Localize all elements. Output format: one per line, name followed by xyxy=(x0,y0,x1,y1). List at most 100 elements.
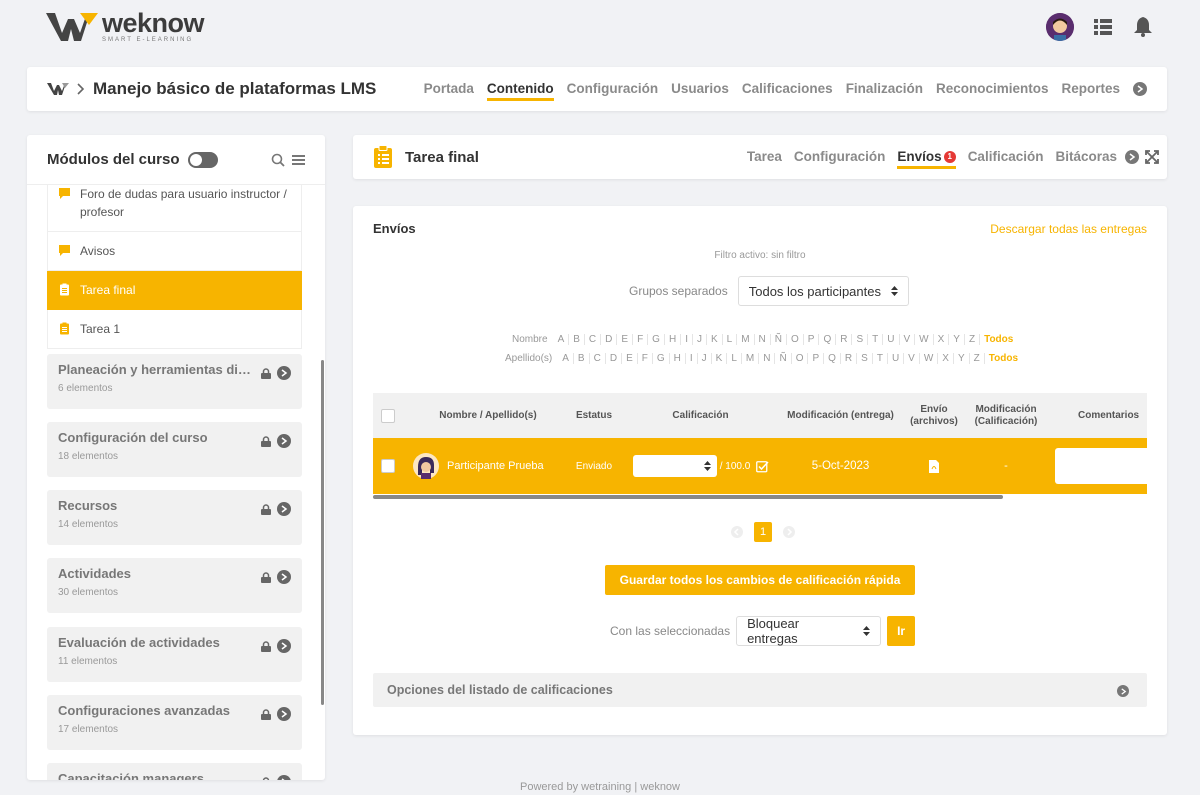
sidebar-item-tarea-final[interactable]: Tarea final xyxy=(47,271,302,310)
sidebar-item-tarea-1[interactable]: Tarea 1 xyxy=(47,310,302,349)
expand-module-icon[interactable] xyxy=(277,707,291,721)
module-evaluacion[interactable]: Evaluación de actividades 11 elementos xyxy=(47,627,302,682)
prev-page-icon[interactable] xyxy=(728,522,746,542)
first-name-letter-n[interactable]: N xyxy=(753,334,770,345)
first-name-letter-p[interactable]: P xyxy=(802,334,819,345)
first-name-letter-w[interactable]: W xyxy=(914,334,932,345)
home-logo-icon[interactable] xyxy=(47,82,69,96)
last-name-letter-c[interactable]: C xyxy=(588,353,605,364)
last-name-letter-v[interactable]: V xyxy=(903,353,919,364)
col-grade-header[interactable]: Calificación xyxy=(643,393,758,438)
tab-tarea[interactable]: Tarea xyxy=(747,135,782,179)
first-name-letter-y[interactable]: Y xyxy=(948,334,964,345)
last-name-letter-m[interactable]: M xyxy=(740,353,758,364)
nav-next-icon[interactable] xyxy=(1125,150,1139,164)
last-name-letter-x[interactable]: X xyxy=(937,353,953,364)
apps-list-icon[interactable] xyxy=(1092,16,1114,38)
first-name-letter-j[interactable]: J xyxy=(691,334,706,345)
first-name-letter-x[interactable]: X xyxy=(932,334,949,345)
expand-module-icon[interactable] xyxy=(277,570,291,584)
first-name-letter-g[interactable]: G xyxy=(647,334,664,345)
last-name-letter-l[interactable]: L xyxy=(726,353,741,364)
last-name-letter-y[interactable]: Y xyxy=(952,353,969,364)
col-comments-header[interactable]: Comentarios xyxy=(1078,393,1158,438)
tab-reconocimientos[interactable]: Reconocimientos xyxy=(936,67,1049,111)
go-button[interactable]: Ir xyxy=(887,616,916,646)
module-configuraciones-avanzadas[interactable]: Configuraciones avanzadas 17 elementos xyxy=(47,695,302,750)
modules-toggle[interactable] xyxy=(187,151,218,168)
tab-usuarios[interactable]: Usuarios xyxy=(671,67,729,111)
expand-module-icon[interactable] xyxy=(277,366,291,380)
module-recursos[interactable]: Recursos 14 elementos xyxy=(47,490,302,545)
tab-calificaciones[interactable]: Calificaciones xyxy=(742,67,833,111)
last-name-letter-h[interactable]: H xyxy=(668,353,685,364)
download-all-link[interactable]: Descargar todas las entregas xyxy=(990,222,1147,236)
expand-options-icon[interactable] xyxy=(1117,685,1129,697)
last-name-letter-g[interactable]: G xyxy=(651,353,669,364)
last-name-letter-i[interactable]: I xyxy=(684,353,697,364)
last-name-letter-k[interactable]: K xyxy=(710,353,727,364)
weknow-logo[interactable]: weknow SMART E-LEARNING xyxy=(46,10,205,43)
fullscreen-icon[interactable] xyxy=(1145,150,1159,164)
first-name-letter-r[interactable]: R xyxy=(835,334,851,345)
next-page-icon[interactable] xyxy=(780,522,798,542)
bulk-action-select[interactable]: Bloquear entregas xyxy=(736,616,882,646)
first-name-letter-k[interactable]: K xyxy=(705,334,722,345)
last-name-letter-n[interactable]: N xyxy=(758,353,774,364)
last-name-letter-a[interactable]: A xyxy=(558,353,573,364)
last-name-letter-e[interactable]: E xyxy=(621,353,637,364)
col-status-header[interactable]: Estatus xyxy=(563,393,625,438)
search-icon[interactable] xyxy=(271,153,285,167)
tab-finalizacion[interactable]: Finalización xyxy=(846,67,923,111)
last-name-letter-q[interactable]: Q xyxy=(823,353,840,364)
sidebar-item-avisos[interactable]: Avisos xyxy=(47,232,302,271)
expand-module-icon[interactable] xyxy=(277,775,291,780)
first-name-letter-z[interactable]: Z xyxy=(963,334,979,345)
first-name-letter-h[interactable]: H xyxy=(663,334,680,345)
page-button-current[interactable]: 1 xyxy=(754,522,772,542)
first-name-letter-o[interactable]: O xyxy=(786,334,803,345)
groups-select[interactable]: Todos los participantes xyxy=(737,276,909,306)
first-name-letter-b[interactable]: B xyxy=(568,334,584,345)
tab-reportes[interactable]: Reportes xyxy=(1061,67,1120,111)
expand-module-icon[interactable] xyxy=(277,639,291,653)
first-name-letter-t[interactable]: T xyxy=(867,334,882,345)
module-configuracion-curso[interactable]: Configuración del curso 18 elementos xyxy=(47,422,302,477)
last-name-letter-r[interactable]: R xyxy=(839,353,856,364)
last-name-letter-f[interactable]: F xyxy=(636,353,652,364)
first-name-letter-a[interactable]: A xyxy=(554,334,569,345)
tab-envios[interactable]: Envíos 1 xyxy=(897,135,956,179)
first-name-letter-all[interactable]: Todos xyxy=(979,334,1017,345)
sidebar-item-foro[interactable]: Foro de dudas para usuario instructor / … xyxy=(47,185,302,232)
tab-contenido[interactable]: Contenido xyxy=(486,67,554,111)
first-name-letter-q[interactable]: Q xyxy=(818,334,835,345)
first-name-letter-e[interactable]: E xyxy=(616,334,632,345)
last-name-letter-p[interactable]: P xyxy=(807,353,823,364)
tab-configuracion[interactable]: Configuración xyxy=(794,135,886,179)
edit-checkbox-icon[interactable] xyxy=(756,460,769,473)
first-name-letter-ñ[interactable]: Ñ xyxy=(769,334,786,345)
participant-name-link[interactable]: Participante Prueba xyxy=(447,460,544,472)
tab-portada[interactable]: Portada xyxy=(424,67,474,111)
first-name-letter-u[interactable]: U xyxy=(882,334,898,345)
nav-next-icon[interactable] xyxy=(1133,82,1147,96)
first-name-letter-c[interactable]: C xyxy=(583,334,600,345)
last-name-letter-t[interactable]: T xyxy=(871,353,887,364)
table-horizontal-scrollbar[interactable] xyxy=(373,495,1003,499)
module-planeacion[interactable]: Planeación y herramientas disp... 6 elem… xyxy=(47,354,302,409)
module-capacitacion-managers[interactable]: Capacitación managers xyxy=(47,763,302,780)
tab-configuracion[interactable]: Configuración xyxy=(567,67,659,111)
first-name-letter-f[interactable]: F xyxy=(632,334,647,345)
last-name-letter-w[interactable]: W xyxy=(918,353,937,364)
bell-icon[interactable] xyxy=(1132,16,1154,38)
first-name-letter-m[interactable]: M xyxy=(736,334,753,345)
first-name-letter-d[interactable]: D xyxy=(600,334,616,345)
col-files-header[interactable]: Envío (archivos) xyxy=(905,393,963,438)
tab-calificacion[interactable]: Calificación xyxy=(968,135,1044,179)
expand-module-icon[interactable] xyxy=(277,434,291,448)
save-quick-grading-button[interactable]: Guardar todos los cambios de calificació… xyxy=(605,565,915,595)
first-name-letter-v[interactable]: V xyxy=(898,334,915,345)
row-checkbox[interactable] xyxy=(381,459,395,473)
grading-options-section[interactable]: Opciones del listado de calificaciones xyxy=(373,673,1147,707)
tab-bitacoras[interactable]: Bitácoras xyxy=(1055,135,1117,179)
